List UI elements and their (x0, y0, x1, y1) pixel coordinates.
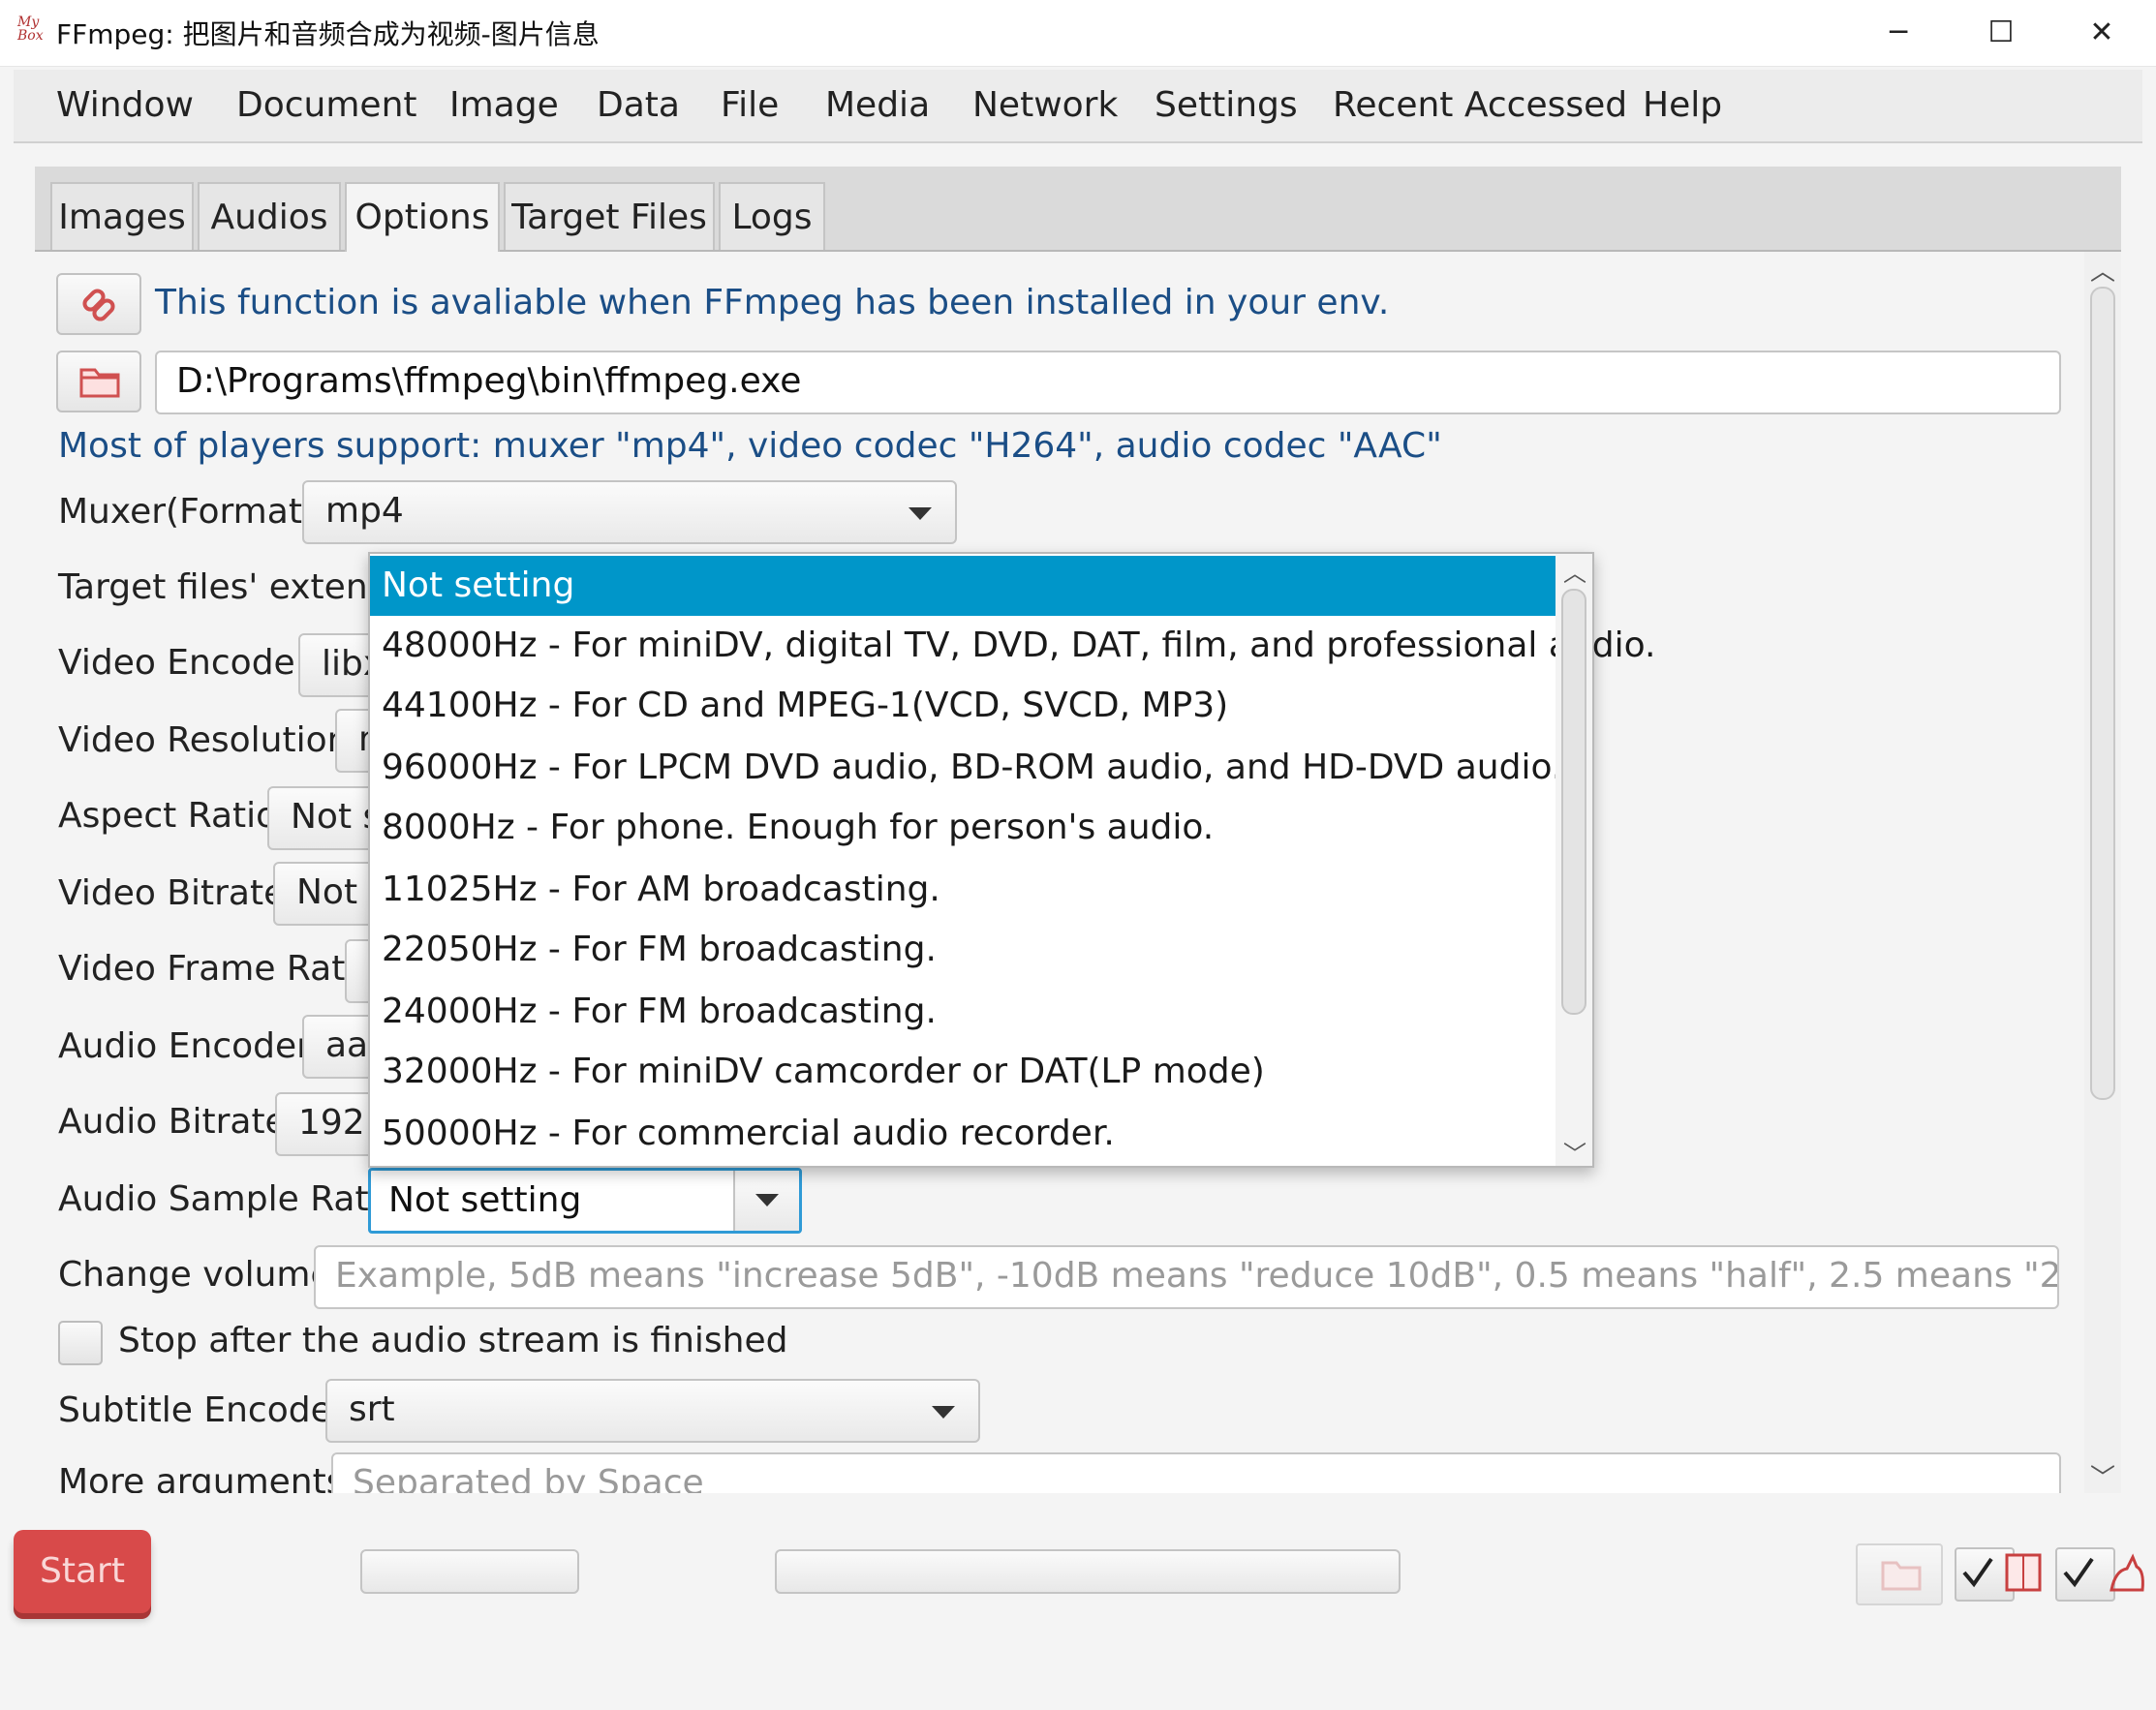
tab-target-files[interactable]: Target Files (504, 182, 715, 250)
audio-sample-rate-value: Not setting (388, 1180, 582, 1220)
tab-logs[interactable]: Logs (719, 182, 825, 250)
bottom-bar (0, 1493, 2156, 1710)
open-target-folder-button[interactable] (1856, 1543, 1943, 1605)
menu-data[interactable]: Data (597, 85, 680, 125)
tab-options[interactable]: Options (345, 182, 500, 252)
stop-after-audio-checkbox[interactable] (58, 1321, 103, 1365)
menu-network[interactable]: Network (972, 85, 1118, 125)
audio-sample-rate-arrow-button[interactable] (733, 1171, 799, 1231)
scroll-down-icon[interactable]: ﹀ (1563, 1135, 1586, 1169)
dropdown-option[interactable]: 48000Hz - For miniDV, digital TV, DVD, D… (370, 616, 1655, 676)
muxer-value: mp4 (325, 491, 404, 531)
scrollbar-thumb[interactable] (2090, 287, 2115, 1100)
options-scrollbar[interactable]: ︿ ﹀ (2084, 252, 2121, 1493)
dropdown-option[interactable]: 11025Hz - For AM broadcasting. (370, 860, 1555, 920)
scroll-up-icon[interactable]: ︿ (2090, 252, 2115, 288)
dropdown-option[interactable]: 32000Hz - For miniDV camcorder or DAT(LP… (370, 1042, 1555, 1102)
progress-indicator-small (360, 1549, 579, 1594)
menu-bar: Window Document Image Data File Media Ne… (14, 70, 2142, 143)
link-icon (82, 289, 115, 321)
ffmpeg-notice: This function is avaliable when FFmpeg h… (155, 283, 1390, 322)
dropdown-option[interactable]: 22050Hz - For FM broadcasting. (370, 920, 1555, 980)
dropdown-scrollbar-thumb[interactable] (1561, 589, 1586, 1015)
menu-help[interactable]: Help (1643, 85, 1722, 125)
video-bitrate-label: Video Bitrate (58, 873, 286, 913)
change-volume-input[interactable]: Example, 5dB means "increase 5dB", -10dB… (314, 1245, 2059, 1309)
tab-bar: Images Audios Options Target Files Logs (35, 167, 2121, 252)
scroll-down-icon[interactable]: ﹀ (2090, 1458, 2115, 1494)
audio-sample-rate-select[interactable]: Not setting (368, 1168, 802, 1234)
progress-bar (775, 1549, 1401, 1594)
folder-icon (1881, 1561, 1922, 1591)
chevron-down-icon (932, 1406, 955, 1419)
more-args-input[interactable]: Separated by Space (331, 1452, 2061, 1493)
change-volume-label: Change volume (58, 1255, 332, 1295)
dropdown-option[interactable]: 50000Hz - For commercial audio recorder. (370, 1104, 1555, 1164)
subtitle-encoder-value: srt (349, 1389, 395, 1429)
menu-recent-accessed[interactable]: Recent Accessed (1333, 85, 1627, 125)
dropdown-option[interactable]: 44100Hz - For CD and MPEG-1(VCD, SVCD, M… (370, 676, 1555, 736)
dropdown-option[interactable]: Not setting (370, 556, 1555, 616)
minimize-button[interactable]: ─ (1869, 12, 1927, 54)
video-resolution-label: Video Resolution (58, 720, 350, 760)
menu-image[interactable]: Image (449, 85, 559, 125)
select-ffmpeg-button[interactable] (56, 351, 141, 412)
sample-rate-dropdown-list: Not setting 48000Hz - For miniDV, digita… (368, 552, 1655, 1169)
subtitle-encoder-select[interactable]: srt (325, 1379, 980, 1443)
dropdown-option[interactable]: 96000Hz - For LPCM DVD audio, BD-ROM aud… (370, 738, 1562, 798)
mybox-logo-icon: My Box (17, 15, 44, 44)
folder-icon (79, 368, 120, 398)
subtitle-encoder-label: Subtitle Encoder (58, 1390, 347, 1430)
scroll-up-icon[interactable]: ︿ (1563, 554, 1586, 588)
chevron-down-icon (909, 507, 932, 520)
tab-images[interactable]: Images (50, 182, 194, 250)
audio-encoder-label: Audio Encoder (58, 1026, 311, 1066)
menu-settings[interactable]: Settings (1155, 85, 1298, 125)
cat-icon (2102, 1547, 2150, 1602)
muxer-select[interactable]: mp4 (302, 480, 957, 544)
audio-sample-rate-label: Audio Sample Rate (58, 1179, 390, 1219)
dropdown-scrollbar[interactable]: ︿ ﹀ (1555, 554, 1592, 1169)
video-frame-rate-label: Video Frame Rate (58, 949, 367, 989)
ffmpeg-path-input[interactable]: D:\Programs\ffmpeg\bin\ffmpeg.exe (155, 351, 2061, 414)
more-args-label: More arguments (58, 1462, 345, 1493)
menu-media[interactable]: Media (825, 85, 930, 125)
ffmpeg-link-button[interactable] (56, 273, 141, 335)
muxer-label: Muxer(Format) (58, 492, 316, 532)
support-hint: Most of players support: muxer "mp4", vi… (58, 426, 1442, 466)
audio-bitrate-label: Audio Bitrate (58, 1102, 287, 1142)
target-ext-label: Target files' extensic (58, 567, 416, 607)
maximize-button[interactable]: ☐ (1972, 12, 2030, 54)
menu-window[interactable]: Window (56, 85, 194, 125)
dropdown-option[interactable]: 24000Hz - For FM broadcasting. (370, 982, 1555, 1042)
menu-document[interactable]: Document (236, 85, 417, 125)
stop-after-audio-label: Stop after the audio stream is finished (118, 1321, 788, 1360)
menu-file[interactable]: File (721, 85, 779, 125)
video-encoder-label: Video Encoder (58, 643, 310, 683)
start-button[interactable]: Start (14, 1530, 151, 1613)
title-bar: My Box FFmpeg: 把图片和音频合成为视频-图片信息 ─ ☐ ✕ (0, 0, 2156, 67)
chevron-down-icon (755, 1194, 779, 1206)
close-button[interactable]: ✕ (2073, 12, 2131, 54)
book-icon (2001, 1547, 2046, 1602)
tab-audios[interactable]: Audios (198, 182, 341, 250)
window-title: FFmpeg: 把图片和音频合成为视频-图片信息 (56, 18, 600, 50)
dropdown-option[interactable]: 8000Hz - For phone. Enough for person's … (370, 798, 1555, 858)
aspect-ratio-label: Aspect Ratio (58, 796, 278, 836)
